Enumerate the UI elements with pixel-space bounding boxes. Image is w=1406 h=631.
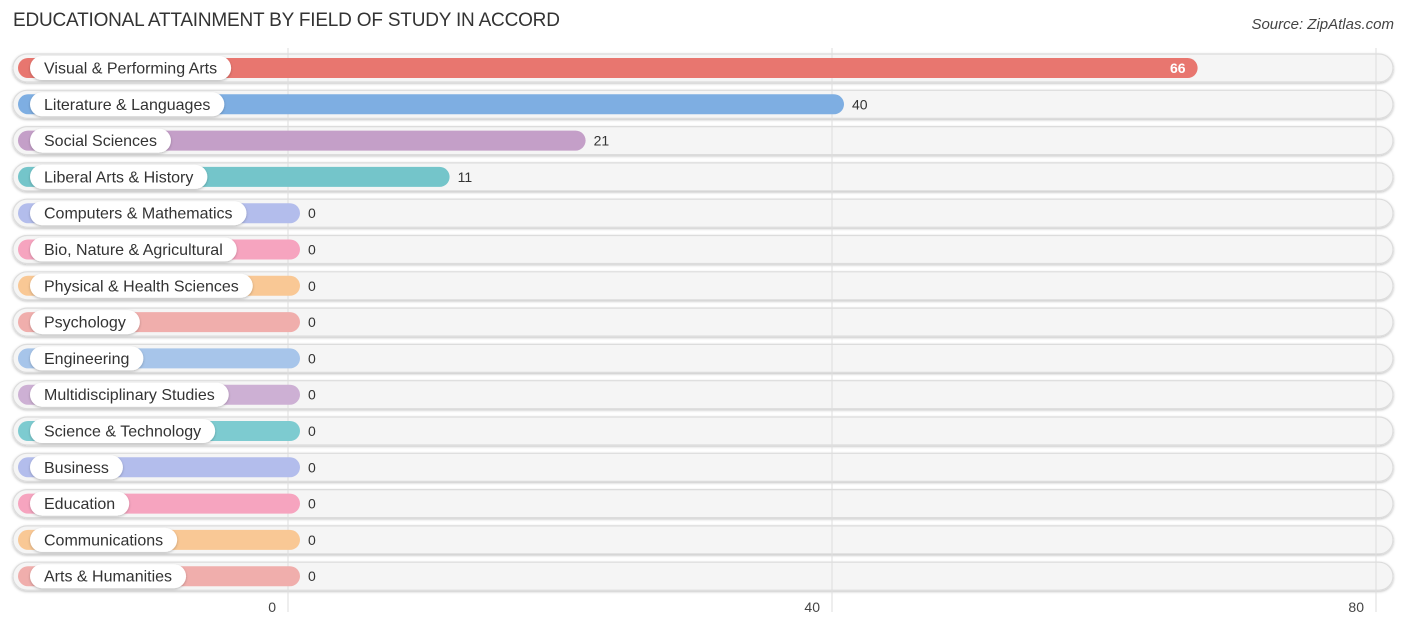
bar-value: 66 [1170, 60, 1186, 76]
bar-value: 0 [308, 568, 316, 584]
bar-label: Multidisciplinary Studies [44, 387, 215, 404]
x-tick-label: 80 [1348, 599, 1364, 615]
bar-label: Social Sciences [44, 133, 157, 150]
bar-label: Science & Technology [44, 424, 201, 441]
bar-label: Visual & Performing Arts [44, 61, 217, 78]
bar-label: Literature & Languages [44, 97, 210, 114]
bar-label: Engineering [44, 351, 129, 368]
bar-label: Business [44, 460, 109, 477]
bar-label: Liberal Arts & History [44, 169, 193, 186]
bar-label: Education [44, 496, 115, 513]
bar-value: 0 [308, 314, 316, 330]
bar-value: 0 [308, 278, 316, 294]
bar-label: Computers & Mathematics [44, 206, 233, 223]
x-tick-label: 40 [804, 599, 820, 615]
bar-value: 0 [308, 387, 316, 403]
bar-value: 21 [594, 133, 610, 149]
bar-value: 11 [458, 169, 473, 185]
bar-label: Bio, Nature & Agricultural [44, 242, 223, 259]
bar-label: Physical & Health Sciences [44, 278, 239, 295]
bar-label: Arts & Humanities [44, 569, 172, 586]
bar-value: 0 [308, 350, 316, 366]
bar-value: 0 [308, 242, 316, 258]
bar-value: 0 [308, 532, 316, 548]
bar-label: Psychology [44, 315, 126, 332]
bar-chart: 0 40 80 Visual & Performing Arts 66 Literatur… [12, 48, 1394, 615]
bar-value: 0 [308, 423, 316, 439]
bar-value: 0 [308, 496, 316, 512]
bar-value: 40 [852, 96, 868, 112]
bar-value: 0 [308, 459, 316, 475]
bar-label: Communications [44, 532, 163, 549]
x-tick-label: 0 [268, 599, 276, 615]
bar-value: 0 [308, 205, 316, 221]
